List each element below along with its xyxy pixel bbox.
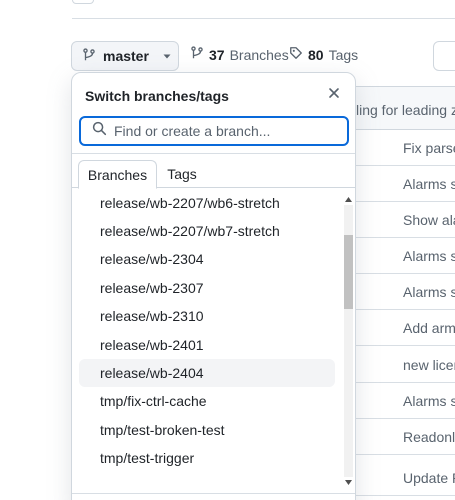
- table-row[interactable]: Update R: [340, 460, 455, 496]
- dropdown-header: Switch branches/tags: [72, 73, 355, 117]
- header-divider: [72, 153, 355, 154]
- branches-label: Branches: [229, 46, 289, 63]
- branch-search-box[interactable]: [79, 116, 349, 146]
- scroll-down-arrow-icon[interactable]: [344, 477, 353, 487]
- branch-selector-button[interactable]: master: [71, 41, 179, 71]
- table-row[interactable]: Alarms sc: [340, 238, 455, 274]
- close-icon: [328, 86, 340, 104]
- branch-item[interactable]: release/wb-2207/wb6-stretch: [79, 189, 335, 217]
- caret-down-icon: [162, 48, 172, 64]
- top-divider: [72, 18, 455, 19]
- scrollbar-thumb[interactable]: [344, 235, 353, 309]
- branch-item[interactable]: release/wb-2401: [79, 331, 335, 359]
- branch-item[interactable]: tmp/test-trigger: [79, 444, 335, 472]
- dropdown-title: Switch branches/tags: [85, 88, 229, 104]
- branch-selector-label: master: [103, 48, 149, 64]
- commit-table: ling for leading z Fix parse Alarms sc S…: [340, 86, 455, 500]
- branch-item[interactable]: release/wb-2307: [79, 274, 335, 302]
- branch-item[interactable]: tmp/test-broken-test: [79, 416, 335, 444]
- latest-commit-header: ling for leading z: [340, 86, 455, 130]
- code-button-fragment[interactable]: [433, 41, 455, 71]
- branch-search-input[interactable]: [114, 123, 334, 139]
- table-row[interactable]: new licen: [340, 347, 455, 383]
- table-row[interactable]: Readonly: [340, 419, 455, 455]
- tab-tags[interactable]: Tags: [160, 160, 204, 188]
- table-row[interactable]: Add arme: [340, 310, 455, 346]
- tags-count: 80: [308, 46, 324, 63]
- top-button-fragment[interactable]: [72, 0, 94, 4]
- branch-item[interactable]: release/wb-2304: [79, 245, 335, 273]
- branch-item[interactable]: tmp/fix-ctrl-cache: [79, 387, 335, 415]
- git-branch-icon: [190, 46, 204, 63]
- tags-link[interactable]: 80 Tags: [289, 46, 358, 63]
- branch-list: release/wb-2207/wb6-stretch release/wb-2…: [72, 189, 342, 500]
- branches-link[interactable]: 37 Branches: [190, 46, 289, 63]
- branch-item[interactable]: release/wb-2207/wb7-stretch: [79, 217, 335, 245]
- table-row[interactable]: Show ala: [340, 202, 455, 238]
- branch-item[interactable]: release/wb-2310: [79, 302, 335, 330]
- footer-divider: [72, 493, 355, 494]
- table-row[interactable]: Fix parse: [340, 130, 455, 166]
- branch-list-scrollbar[interactable]: [342, 193, 355, 489]
- scroll-up-arrow-icon[interactable]: [344, 194, 353, 204]
- close-button[interactable]: [325, 86, 343, 104]
- tags-label: Tags: [328, 46, 359, 63]
- tab-branches[interactable]: Branches: [78, 160, 157, 189]
- table-row[interactable]: Alarms sc: [340, 274, 455, 310]
- repository-page: master 37 Branches 80 Tags ling for lead…: [0, 0, 455, 500]
- table-row[interactable]: Alarms sc: [340, 166, 455, 202]
- search-icon: [92, 121, 107, 141]
- git-branch-icon: [82, 47, 96, 65]
- branches-count: 37: [209, 46, 225, 63]
- tag-icon: [289, 46, 303, 63]
- table-row[interactable]: Alarms sc: [340, 383, 455, 419]
- branch-item-highlighted[interactable]: release/wb-2404: [79, 359, 335, 387]
- branch-switcher-dropdown: Switch branches/tags Branches Tags relea…: [71, 72, 356, 500]
